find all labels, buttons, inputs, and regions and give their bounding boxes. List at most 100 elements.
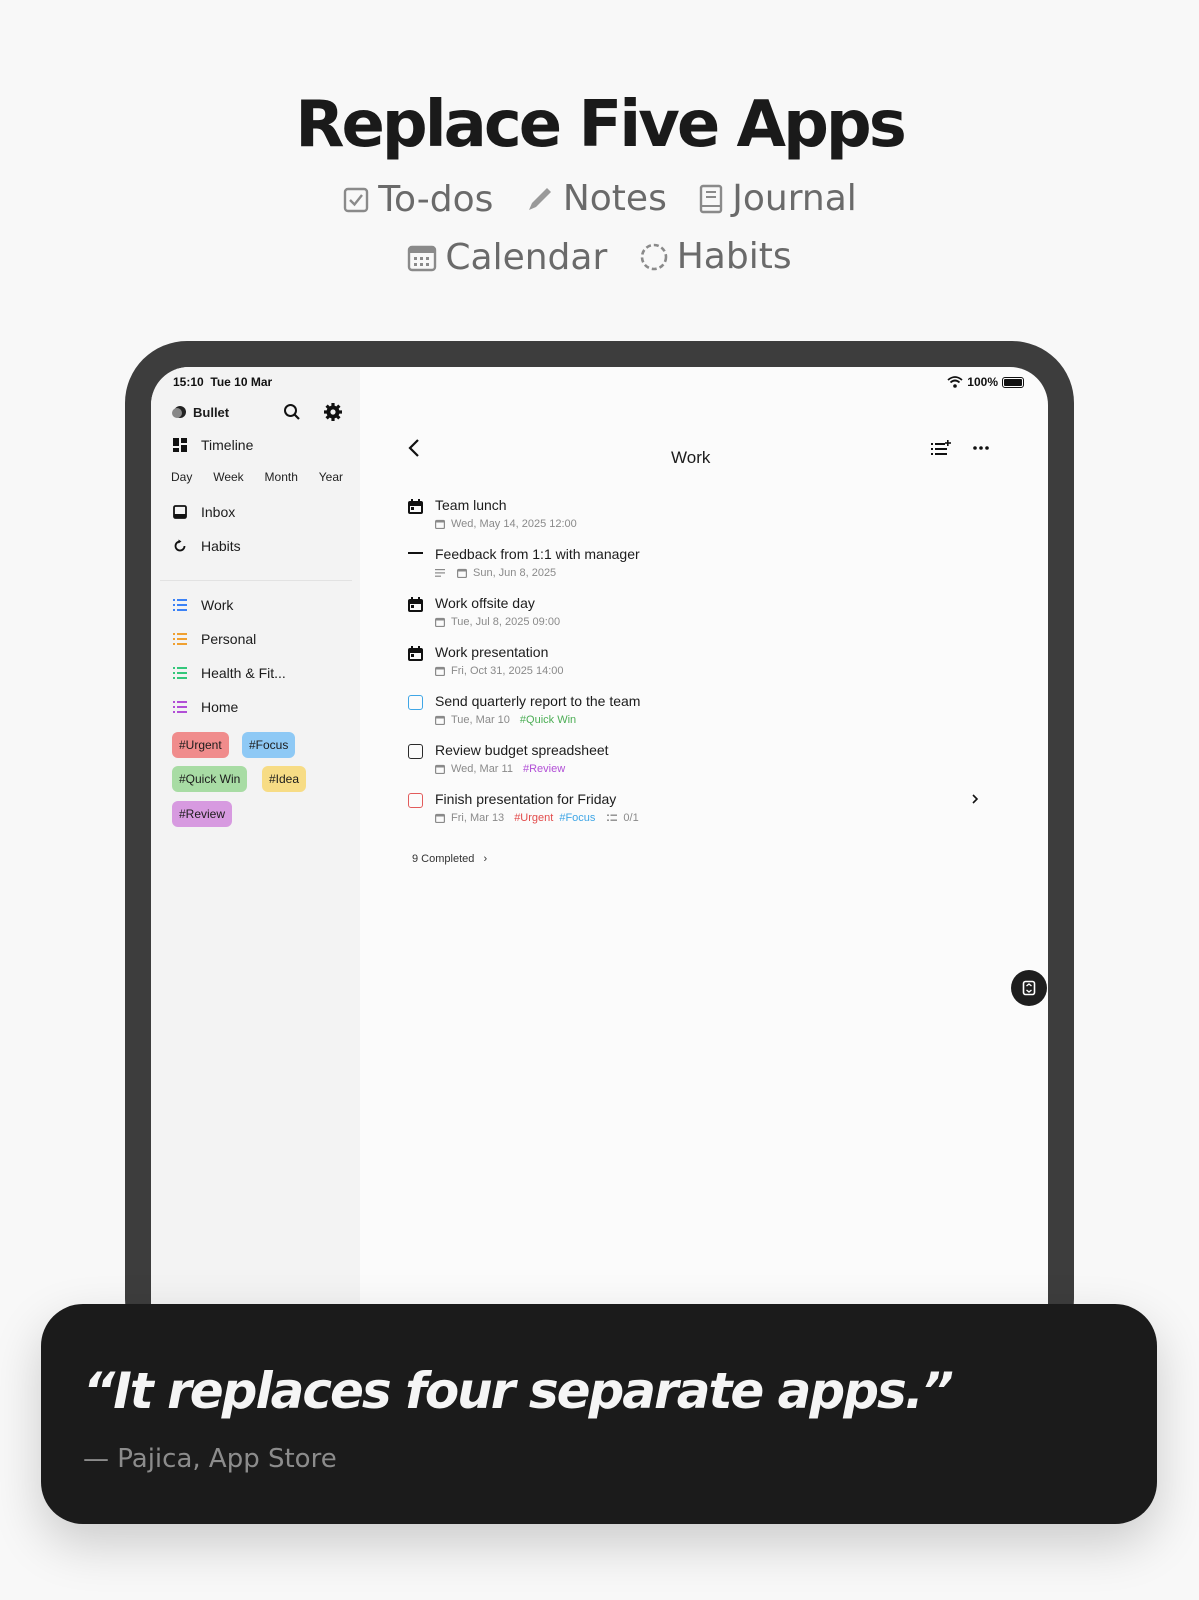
sidebar-item-inbox[interactable]: Inbox bbox=[173, 504, 235, 520]
refresh-icon bbox=[174, 539, 186, 552]
feature-label: Habits bbox=[676, 236, 792, 277]
calendar-icon bbox=[408, 245, 437, 271]
battery-icon bbox=[1002, 376, 1024, 388]
task-meta: Tue, Mar 10 #Quick Win bbox=[435, 714, 576, 726]
task-date: Wed, Mar 11 bbox=[451, 763, 513, 775]
sidebar-item-habits[interactable]: Habits bbox=[173, 538, 241, 554]
completed-toggle[interactable]: 9 Completed › bbox=[412, 853, 487, 865]
book-icon bbox=[700, 184, 723, 213]
sidebar: 15:10 Tue 10 Mar Bullet Timeline Day Wee… bbox=[151, 367, 360, 1367]
sidebar-item-work[interactable]: Work bbox=[173, 597, 233, 613]
sidebar-item-label: Work bbox=[201, 597, 234, 613]
headline: Replace Five Apps bbox=[295, 88, 907, 162]
sidebar-item-label: Personal bbox=[201, 631, 257, 647]
task-checkbox[interactable] bbox=[408, 793, 423, 808]
subtask-count: 0/1 bbox=[623, 812, 639, 824]
task-title: Finish presentation for Friday bbox=[435, 791, 617, 807]
task-meta: Wed, Mar 11 #Review bbox=[435, 763, 565, 775]
search-icon[interactable] bbox=[283, 403, 301, 421]
sidebar-item-health[interactable]: Health & Fit... bbox=[173, 665, 286, 681]
sidebar-item-timeline[interactable]: Timeline bbox=[173, 437, 253, 453]
sidebar-item-label: Health & Fit... bbox=[201, 665, 286, 681]
list-icon bbox=[173, 701, 187, 713]
chevron-right-icon: › bbox=[483, 853, 488, 865]
more-icon[interactable] bbox=[973, 446, 989, 450]
calendar-small-icon bbox=[435, 519, 445, 529]
task-title: Team lunch bbox=[435, 497, 507, 513]
task-meta: Fri, Oct 31, 2025 14:00 bbox=[435, 665, 564, 677]
feature-row-1: To-dos Notes Journal bbox=[0, 178, 1199, 223]
feature-label: Notes bbox=[562, 178, 667, 219]
tag-idea[interactable]: #Idea bbox=[262, 766, 307, 792]
app-logo-icon bbox=[172, 406, 186, 418]
testimonial-quote: “It replaces four separate apps.” bbox=[83, 1362, 954, 1420]
timeline-periods: Day Week Month Year bbox=[171, 470, 343, 484]
period-month[interactable]: Month bbox=[265, 470, 298, 484]
battery-percent: 100% bbox=[967, 375, 998, 389]
feature-habits: Habits bbox=[639, 236, 792, 277]
subtasks-icon bbox=[607, 814, 618, 821]
task-tag[interactable]: #Quick Win bbox=[520, 714, 576, 726]
task-date: Tue, Mar 10 bbox=[451, 714, 510, 726]
list-icon bbox=[173, 667, 187, 679]
chevron-right-icon[interactable] bbox=[971, 794, 979, 804]
sidebar-item-label: Habits bbox=[201, 538, 241, 554]
task-meta: Fri, Mar 13 #Urgent #Focus 0/1 bbox=[435, 812, 639, 824]
task-title: Work presentation bbox=[435, 644, 549, 660]
status-time: 15:10 Tue 10 Mar bbox=[173, 375, 273, 389]
calendar-small-icon bbox=[435, 813, 445, 823]
checkbox-icon bbox=[343, 187, 369, 212]
task-tag[interactable]: #Focus bbox=[559, 812, 595, 824]
feature-calendar: Calendar bbox=[407, 237, 607, 278]
page-title: Work bbox=[671, 448, 711, 467]
tag-urgent[interactable]: #Urgent bbox=[172, 732, 229, 758]
calendar-small-icon bbox=[457, 568, 467, 578]
period-day[interactable]: Day bbox=[171, 470, 192, 484]
task-title: Send quarterly report to the team bbox=[435, 693, 641, 709]
event-calendar-icon bbox=[408, 646, 423, 661]
testimonial-card: “It replaces four separate apps.” — Paji… bbox=[41, 1304, 1157, 1524]
expand-view-button[interactable] bbox=[1011, 970, 1047, 1006]
task-title: Feedback from 1:1 with manager bbox=[435, 546, 640, 562]
feature-row-2: Calendar Habits bbox=[0, 236, 1199, 281]
pencil-icon bbox=[528, 187, 551, 210]
sidebar-divider bbox=[160, 580, 352, 581]
event-calendar-icon bbox=[408, 499, 423, 514]
calendar-small-icon bbox=[435, 715, 445, 725]
task-meta: Tue, Jul 8, 2025 09:00 bbox=[435, 616, 560, 628]
task-tag[interactable]: #Urgent bbox=[514, 812, 553, 824]
tablet-screen: 15:10 Tue 10 Mar Bullet Timeline Day Wee… bbox=[151, 367, 1048, 1367]
task-checkbox[interactable] bbox=[408, 695, 423, 710]
tag-review[interactable]: #Review bbox=[172, 801, 233, 827]
calendar-small-icon bbox=[435, 764, 445, 774]
feature-notes: Notes bbox=[525, 178, 667, 219]
expand-icon bbox=[1022, 980, 1036, 996]
gear-icon[interactable] bbox=[323, 402, 343, 422]
testimonial-attribution: — Pajica, App Store bbox=[83, 1444, 337, 1474]
dashed-circle-icon bbox=[640, 243, 668, 270]
tag-focus[interactable]: #Focus bbox=[242, 732, 296, 758]
task-date: Wed, May 14, 2025 12:00 bbox=[451, 518, 577, 530]
inbox-icon bbox=[173, 505, 187, 519]
status-indicators: 100% bbox=[947, 375, 1024, 389]
dashboard-icon bbox=[173, 438, 187, 452]
calendar-small-icon bbox=[435, 666, 445, 676]
back-icon[interactable] bbox=[407, 438, 421, 458]
feature-journal: Journal bbox=[698, 178, 857, 219]
task-date: Sun, Jun 8, 2025 bbox=[473, 567, 557, 579]
completed-label: 9 Completed bbox=[412, 853, 475, 865]
sidebar-item-label: Inbox bbox=[201, 504, 236, 520]
task-title: Work offsite day bbox=[435, 595, 535, 611]
app-name: Bullet bbox=[193, 404, 230, 420]
task-checkbox[interactable] bbox=[408, 744, 423, 759]
sidebar-item-personal[interactable]: Personal bbox=[173, 631, 256, 647]
period-week[interactable]: Week bbox=[213, 470, 243, 484]
task-tag[interactable]: #Review bbox=[523, 763, 565, 775]
sidebar-item-home[interactable]: Home bbox=[173, 699, 238, 715]
wifi-icon bbox=[947, 376, 963, 388]
add-list-icon[interactable] bbox=[931, 440, 951, 456]
tag-quick-win[interactable]: #Quick Win bbox=[172, 766, 248, 792]
period-year[interactable]: Year bbox=[319, 470, 343, 484]
event-calendar-icon bbox=[408, 597, 423, 612]
task-meta: Sun, Jun 8, 2025 bbox=[435, 567, 556, 579]
